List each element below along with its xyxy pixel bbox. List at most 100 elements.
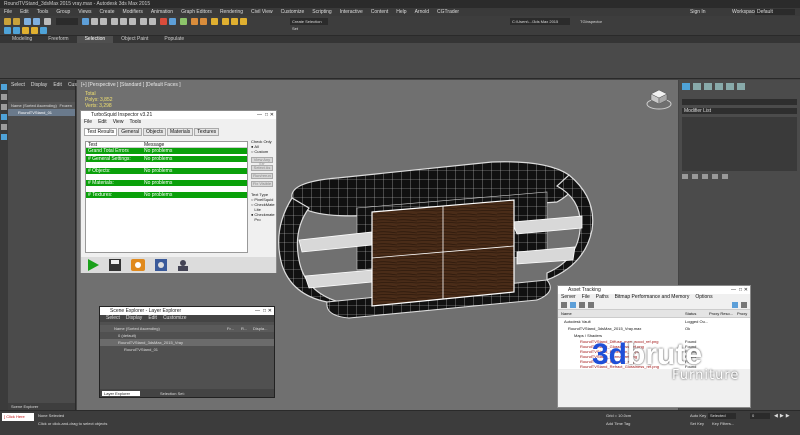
ts-menu-view[interactable]: View bbox=[113, 119, 124, 126]
select-icon[interactable] bbox=[1, 84, 7, 90]
modifier-list-select[interactable]: Modifier List bbox=[682, 108, 797, 114]
at-menu-file[interactable]: File bbox=[582, 294, 590, 301]
menu-rendering[interactable]: Rendering bbox=[220, 9, 243, 15]
tab-objects[interactable]: Objects bbox=[143, 128, 166, 136]
undo-icon[interactable] bbox=[4, 18, 11, 25]
layer-icon[interactable] bbox=[180, 18, 187, 25]
close-icon[interactable]: ✕ bbox=[744, 286, 748, 294]
selection-set-field[interactable]: Create Selection Set bbox=[290, 18, 328, 31]
key-filters-button[interactable]: Key Filters... bbox=[712, 421, 734, 426]
ts-menu-tools[interactable]: Tools bbox=[129, 119, 141, 126]
le-menu-edit[interactable]: Edit bbox=[148, 315, 157, 322]
create-tab-icon[interactable] bbox=[682, 83, 690, 90]
settings-icon[interactable] bbox=[741, 302, 747, 308]
select-by-name-icon[interactable] bbox=[91, 18, 98, 25]
render-setup-icon[interactable] bbox=[222, 18, 229, 25]
tab-populate[interactable]: Populate bbox=[156, 36, 192, 43]
run-button[interactable]: Run/rerun bbox=[251, 173, 273, 179]
menu-create[interactable]: Create bbox=[100, 9, 115, 15]
scene-explorer-footer-label[interactable]: Scene Explorer bbox=[11, 404, 38, 409]
tab-materials[interactable]: Materials bbox=[166, 128, 194, 136]
autokey-button[interactable]: Auto Key bbox=[690, 413, 706, 418]
lock-icon[interactable] bbox=[1, 124, 7, 130]
le-menu-customize[interactable]: Customize bbox=[163, 315, 187, 322]
le-header-display[interactable]: Displa... bbox=[253, 326, 271, 331]
list-item[interactable]: Autodesk Vault Logged Ou... bbox=[558, 318, 750, 325]
render-icon[interactable] bbox=[240, 18, 247, 25]
minimize-icon[interactable]: — bbox=[257, 111, 262, 119]
layer-explorer-select[interactable]: Layer Explorer bbox=[102, 390, 141, 396]
menu-animation[interactable]: Animation bbox=[151, 9, 173, 15]
frame-field[interactable]: 0 bbox=[750, 413, 770, 419]
tab-general[interactable]: General bbox=[118, 128, 143, 136]
workspace-select[interactable]: Default bbox=[755, 9, 795, 15]
select-object-icon[interactable] bbox=[82, 18, 89, 25]
vray-sun-icon[interactable] bbox=[31, 27, 38, 34]
le-header-render[interactable]: R... bbox=[241, 326, 253, 331]
move-icon[interactable] bbox=[111, 18, 118, 25]
menu-file[interactable]: File bbox=[4, 9, 12, 15]
signin-button[interactable]: Sign In bbox=[690, 9, 706, 15]
minimize-icon[interactable]: — bbox=[255, 307, 260, 315]
snap-icon[interactable] bbox=[140, 18, 147, 25]
camera-icon[interactable] bbox=[155, 259, 167, 271]
tab-test-results[interactable]: Test Results bbox=[84, 128, 118, 136]
opt-checkmate-pro[interactable]: ● Checkmate Pro bbox=[251, 212, 277, 222]
scale-icon[interactable] bbox=[129, 18, 136, 25]
scene-header-name[interactable]: Name (Sorted Ascending) bbox=[11, 103, 57, 108]
list-item[interactable]: 0 (default) bbox=[100, 332, 274, 339]
tab-modeling[interactable]: Modeling bbox=[4, 36, 40, 43]
make-unique-icon[interactable] bbox=[702, 174, 708, 179]
radio-icon[interactable]: ○ bbox=[251, 149, 253, 154]
menu-help[interactable]: Help bbox=[396, 9, 406, 15]
menu-tools[interactable]: Tools bbox=[37, 9, 49, 15]
list-item[interactable]: RoundTVStand_01 bbox=[8, 109, 75, 116]
table-row[interactable]: # Textures: No problems bbox=[86, 192, 247, 198]
pin-stack-icon[interactable] bbox=[682, 174, 688, 179]
material-editor-icon[interactable] bbox=[211, 18, 218, 25]
at-col-name[interactable]: Name bbox=[561, 311, 685, 316]
show-end-result-icon[interactable] bbox=[692, 174, 698, 179]
close-icon[interactable]: ✕ bbox=[270, 111, 274, 119]
menu-graph-editors[interactable]: Graph Editors bbox=[181, 9, 212, 15]
help-icon[interactable] bbox=[732, 302, 738, 308]
le-header-frozen[interactable]: Fr... bbox=[227, 326, 241, 331]
menu-customize[interactable]: Customize bbox=[281, 9, 305, 15]
menu-edit[interactable]: Edit bbox=[20, 9, 29, 15]
menu-group[interactable]: Group bbox=[56, 9, 70, 15]
align-icon[interactable] bbox=[169, 18, 176, 25]
vray-light-icon[interactable] bbox=[22, 27, 29, 34]
rotate-icon[interactable] bbox=[120, 18, 127, 25]
add-time-tag-button[interactable]: Add Time Tag bbox=[606, 421, 630, 426]
display-icon[interactable] bbox=[1, 94, 7, 100]
list-item[interactable]: RoundTVStand_3dsMax_2015_Vray bbox=[100, 339, 274, 346]
fix-visible-button[interactable]: Fix Visible bbox=[251, 181, 273, 187]
link-icon[interactable] bbox=[24, 18, 31, 25]
vray-frame-icon[interactable] bbox=[13, 27, 20, 34]
tab-freeform[interactable]: Freeform bbox=[40, 36, 76, 43]
minimize-icon[interactable]: — bbox=[731, 286, 736, 294]
list-item[interactable]: RoundTVStand_01 bbox=[100, 346, 274, 353]
at-col-proxy[interactable]: Proxy Reso... bbox=[709, 311, 737, 316]
tree-view-icon[interactable] bbox=[588, 302, 594, 308]
object-name-field[interactable] bbox=[682, 99, 797, 105]
play-icon[interactable]: ▶ bbox=[780, 413, 784, 419]
le-header-name[interactable]: Name (Sorted Ascending) bbox=[114, 326, 227, 331]
modify-tab-icon[interactable] bbox=[693, 83, 701, 90]
tab-object-paint[interactable]: Object Paint bbox=[113, 36, 156, 43]
scene-menu-display[interactable]: Display bbox=[31, 82, 47, 88]
menu-interactive[interactable]: Interactive bbox=[340, 9, 363, 15]
menu-modifiers[interactable]: Modifiers bbox=[123, 9, 143, 15]
unlink-icon[interactable] bbox=[33, 18, 40, 25]
ts-menu-file[interactable]: File bbox=[84, 119, 92, 126]
table-row[interactable]: # General Settings: No problems bbox=[86, 156, 247, 162]
project-path[interactable]: C:\Users\...\3ds Max 2015 bbox=[510, 18, 570, 25]
inspector-label[interactable]: TGInspector bbox=[580, 18, 610, 25]
list-view-icon[interactable] bbox=[579, 302, 585, 308]
remove-modifier-icon[interactable] bbox=[712, 174, 718, 179]
maximize-icon[interactable]: □ bbox=[263, 307, 266, 315]
maximize-icon[interactable]: □ bbox=[265, 111, 268, 119]
table-row[interactable]: # Materials: No problems bbox=[86, 180, 247, 186]
menu-civil-view[interactable]: Civil View bbox=[251, 9, 273, 15]
motion-tab-icon[interactable] bbox=[715, 83, 723, 90]
